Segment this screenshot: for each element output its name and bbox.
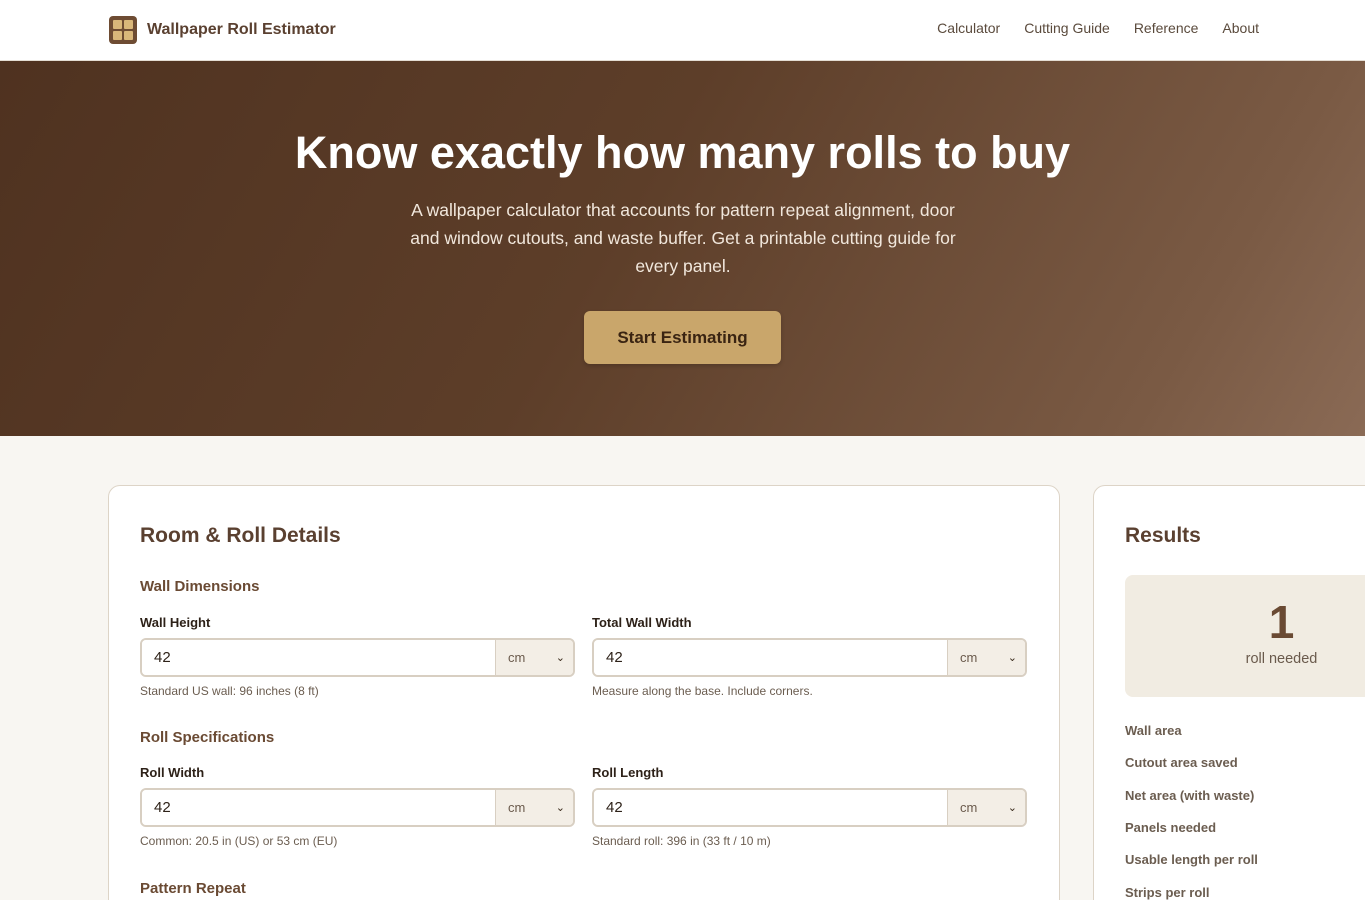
wall-height-input[interactable] <box>142 640 495 675</box>
hero-subtitle: A wallpaper calculator that accounts for… <box>410 200 956 276</box>
nav-calculator[interactable]: Calculator <box>937 20 1000 36</box>
hero-banner: Know exactly how many rolls to buy A wal… <box>0 61 1365 436</box>
roll-width-unit-select[interactable]: cm ⌄ <box>495 790 573 825</box>
chevron-down-icon: ⌄ <box>555 802 565 814</box>
main-nav: Calculator Cutting Guide Reference About <box>913 20 1259 36</box>
card-title: Room & Roll Details <box>140 524 341 547</box>
wall-width-label: Total Wall Width <box>592 615 692 630</box>
rolls-needed-value: 1 <box>1268 596 1295 648</box>
roll-width-input[interactable] <box>142 790 495 825</box>
roll-length-input[interactable] <box>594 790 947 825</box>
wall-height-unit-select[interactable]: cm ⌄ <box>495 640 573 675</box>
wall-height-label: Wall Height <box>140 615 211 630</box>
results-card: Results 1 roll needed Wall area Cutout a… <box>1093 485 1365 900</box>
chevron-down-icon: ⌄ <box>1007 802 1017 814</box>
brand[interactable]: Wallpaper Roll Estimator <box>109 16 336 44</box>
rolls-needed-box: 1 roll needed <box>1125 575 1365 697</box>
result-strips-per-roll: Strips per roll <box>1125 885 1210 900</box>
unit-value: cm <box>960 800 978 815</box>
chevron-down-icon: ⌄ <box>555 652 565 664</box>
brand-name: Wallpaper Roll Estimator <box>147 21 336 38</box>
results-title: Results <box>1125 524 1201 547</box>
chevron-down-icon: ⌄ <box>1007 652 1017 664</box>
wall-dimensions-heading: Wall Dimensions <box>140 578 260 595</box>
start-estimating-button[interactable]: Start Estimating <box>584 311 781 364</box>
wall-width-input[interactable] <box>594 640 947 675</box>
top-navigation-bar: Wallpaper Roll Estimator Calculator Cutt… <box>0 0 1365 61</box>
wall-width-hint: Measure along the base. Include corners. <box>592 684 813 698</box>
roll-length-label: Roll Length <box>592 765 664 780</box>
nav-about[interactable]: About <box>1222 20 1259 36</box>
unit-value: cm <box>508 800 526 815</box>
result-cutout-area: Cutout area saved <box>1125 755 1238 770</box>
result-usable-length: Usable length per roll <box>1125 852 1258 867</box>
unit-value: cm <box>960 650 978 665</box>
wall-width-input-group: cm ⌄ <box>592 638 1027 677</box>
roll-width-field: Roll Width cm ⌄ Common: 20.5 in (US) or … <box>140 765 575 848</box>
roll-width-input-group: cm ⌄ <box>140 788 575 827</box>
roll-length-unit-select[interactable]: cm ⌄ <box>947 790 1025 825</box>
wall-height-input-group: cm ⌄ <box>140 638 575 677</box>
result-net-area: Net area (with waste) <box>1125 788 1255 803</box>
wall-height-hint: Standard US wall: 96 inches (8 ft) <box>140 684 319 698</box>
roll-width-label: Roll Width <box>140 765 205 780</box>
roll-width-hint: Common: 20.5 in (US) or 53 cm (EU) <box>140 834 338 848</box>
wall-height-field: Wall Height cm ⌄ Standard US wall: 96 in… <box>140 615 575 698</box>
hero-title: Know exactly how many rolls to buy <box>294 127 1071 178</box>
rolls-needed-label: roll needed <box>1245 651 1318 667</box>
result-wall-area: Wall area <box>1125 723 1182 738</box>
room-roll-details-card: Room & Roll Details Wall Dimensions Wall… <box>108 485 1060 900</box>
roll-length-hint: Standard roll: 396 in (33 ft / 10 m) <box>592 834 771 848</box>
wall-width-field: Total Wall Width cm ⌄ Measure along the … <box>592 615 1027 698</box>
wall-width-unit-select[interactable]: cm ⌄ <box>947 640 1025 675</box>
roll-length-field: Roll Length cm ⌄ Standard roll: 396 in (… <box>592 765 1027 848</box>
roll-length-input-group: cm ⌄ <box>592 788 1027 827</box>
nav-reference[interactable]: Reference <box>1134 20 1199 36</box>
grid-logo-icon <box>109 16 137 44</box>
roll-specifications-heading: Roll Specifications <box>140 729 275 746</box>
result-panels-needed: Panels needed <box>1125 820 1217 835</box>
unit-value: cm <box>508 650 526 665</box>
nav-cutting-guide[interactable]: Cutting Guide <box>1024 20 1110 36</box>
pattern-repeat-heading: Pattern Repeat <box>140 880 246 897</box>
